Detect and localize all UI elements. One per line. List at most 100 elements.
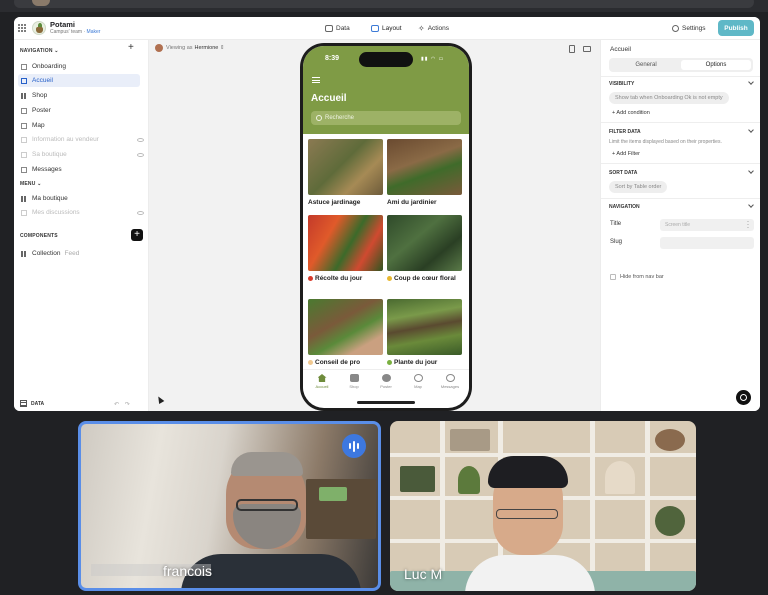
sidebar-item-poster[interactable]: Poster <box>18 104 140 117</box>
grid-icon <box>21 92 27 99</box>
screen-icon <box>21 166 27 173</box>
app-window: Potami Campus' team · Maker Data Layout … <box>14 17 760 411</box>
tab-accueil[interactable]: Accueil <box>307 374 337 389</box>
sidebar-item-label: Poster <box>32 107 51 114</box>
sidebar-item-sa-boutique[interactable]: Sa boutique <box>18 148 144 161</box>
database-icon <box>325 25 333 32</box>
team-name: Campus' team · <box>50 29 87 35</box>
tablet-preview-icon[interactable] <box>583 46 591 52</box>
feed-card[interactable]: Récolte du jour <box>308 215 383 283</box>
sidebar-item-accueil[interactable]: Accueil <box>18 74 140 87</box>
sidebar-item-mes-discussions[interactable]: Mes discussions <box>18 206 144 219</box>
search-input[interactable]: Recherche <box>311 111 461 125</box>
screen-icon <box>21 209 27 216</box>
feed-card[interactable]: Plante du jour <box>387 299 462 367</box>
sidebar-item-onboarding[interactable]: Onboarding <box>18 60 140 73</box>
card-caption: Récolte du jour <box>315 275 363 282</box>
lamp <box>605 461 635 494</box>
nav-data[interactable]: Data <box>325 17 350 40</box>
tab-general[interactable]: General <box>611 60 681 70</box>
sunflower-emoji-icon <box>387 275 392 281</box>
pointer-tool-icon[interactable] <box>155 394 165 405</box>
chat-help-icon[interactable] <box>736 390 751 405</box>
participant-name: Luc M <box>404 566 443 582</box>
plant-emoji-icon <box>387 359 392 365</box>
video-tile-francois[interactable]: francois <box>78 421 381 591</box>
globe-icon <box>413 374 423 382</box>
card-image <box>308 139 383 195</box>
viewing-as[interactable]: Viewing as Hermione ⇕ <box>155 44 224 52</box>
collection-icon <box>21 250 27 257</box>
nav-actions[interactable]: ✧ Actions <box>418 17 449 40</box>
settings-label: Settings <box>682 25 706 32</box>
data-footer-button[interactable]: DATA <box>20 400 44 407</box>
chevron-down-icon[interactable] <box>748 79 754 85</box>
plus-circle-icon <box>381 374 391 382</box>
more-vertical-icon[interactable]: · · · <box>747 219 749 231</box>
nav-actions-label: Actions <box>427 25 450 32</box>
card-caption: Plante du jour <box>394 359 438 366</box>
participant-body <box>465 555 595 591</box>
hide-nav-checkbox[interactable] <box>610 274 616 280</box>
tab-messages[interactable]: Messages <box>435 374 465 389</box>
feed-card[interactable]: Astuce jardinage <box>308 139 383 207</box>
add-screen-icon[interactable]: + <box>128 43 134 53</box>
screen-icon <box>21 122 27 129</box>
chevron-down-icon[interactable]: ⌄ <box>37 181 41 187</box>
visibility-heading: VISIBILITY <box>609 81 635 87</box>
chevron-down-icon[interactable] <box>748 168 754 174</box>
sort-chip[interactable]: Sort by Table order <box>609 181 668 193</box>
sidebar-item-information-vendeur[interactable]: Information au vendeur <box>18 133 144 146</box>
eye-hidden-icon[interactable] <box>137 137 144 142</box>
undo-redo-icons[interactable]: ↶ ↷ <box>114 401 132 408</box>
shelf-post <box>645 421 650 591</box>
nav-layout[interactable]: Layout <box>371 17 402 40</box>
tab-label: Shop <box>349 384 359 389</box>
sidebar-item-label: Map <box>32 122 45 129</box>
component-collection[interactable]: Collection Feed <box>18 247 140 260</box>
chevron-down-icon[interactable]: ⌄ <box>54 48 58 54</box>
slug-input[interactable] <box>660 237 754 249</box>
eye-hidden-icon[interactable] <box>137 152 144 157</box>
phone-preview-icon[interactable] <box>569 45 575 53</box>
chevron-down-icon[interactable] <box>748 202 754 208</box>
filter-data-heading: FILTER DATA <box>609 129 641 135</box>
app-team: Campus' team · Maker <box>50 29 100 35</box>
add-condition-button[interactable]: + Add condition <box>612 110 650 116</box>
title-label: Title <box>610 221 622 227</box>
card-caption-row: Conseil de pro <box>308 359 383 367</box>
add-component-button[interactable]: + <box>131 229 143 241</box>
add-filter-button[interactable]: + Add Filter <box>612 151 640 157</box>
sidebar-item-messages[interactable]: Messages <box>18 163 140 176</box>
settings-button[interactable]: Settings <box>672 17 706 40</box>
eye-hidden-icon[interactable] <box>137 210 144 215</box>
feed-card[interactable]: Coup de cœur floral <box>387 215 462 283</box>
card-caption-row: Plante du jour <box>387 359 462 367</box>
tab-poster[interactable]: Poster <box>371 374 401 389</box>
menu-icon[interactable] <box>312 77 320 83</box>
feed-card[interactable]: Ami du jardinier <box>387 139 462 207</box>
publish-button[interactable]: Publish <box>718 20 754 36</box>
tab-shop[interactable]: Shop <box>339 374 369 389</box>
video-tile-luc[interactable]: Luc M <box>390 421 696 591</box>
participant-hair <box>231 452 303 476</box>
menu-title: MENU <box>20 181 36 187</box>
feed-card[interactable]: Conseil de pro <box>308 299 383 367</box>
card-caption: Astuce jardinage <box>308 199 361 206</box>
app-grid-icon[interactable] <box>18 24 26 32</box>
screen-title-input[interactable]: Screen title · · · <box>660 219 754 231</box>
components-title: COMPONENTS <box>20 233 58 239</box>
status-icons: ▮▮ ◠ ▭ <box>421 56 445 62</box>
tab-options[interactable]: Options <box>681 60 751 70</box>
divider <box>601 122 760 123</box>
phone-tab-bar: Accueil Shop Poster Map Messages <box>303 369 469 397</box>
visibility-condition-chip[interactable]: Show tab when Onboarding Ok is not empty <box>609 92 729 104</box>
tab-map[interactable]: Map <box>403 374 433 389</box>
tab-label: Map <box>414 384 422 389</box>
chevron-down-icon[interactable] <box>748 127 754 133</box>
sidebar-item-shop[interactable]: Shop <box>18 89 140 102</box>
sidebar-item-ma-boutique[interactable]: Ma boutique <box>18 192 140 205</box>
store-icon <box>349 374 359 382</box>
phone-preview: 8:39 ▮▮ ◠ ▭ Accueil Recherche Astuce jar… <box>300 43 472 411</box>
sidebar-item-map[interactable]: Map <box>18 119 140 132</box>
